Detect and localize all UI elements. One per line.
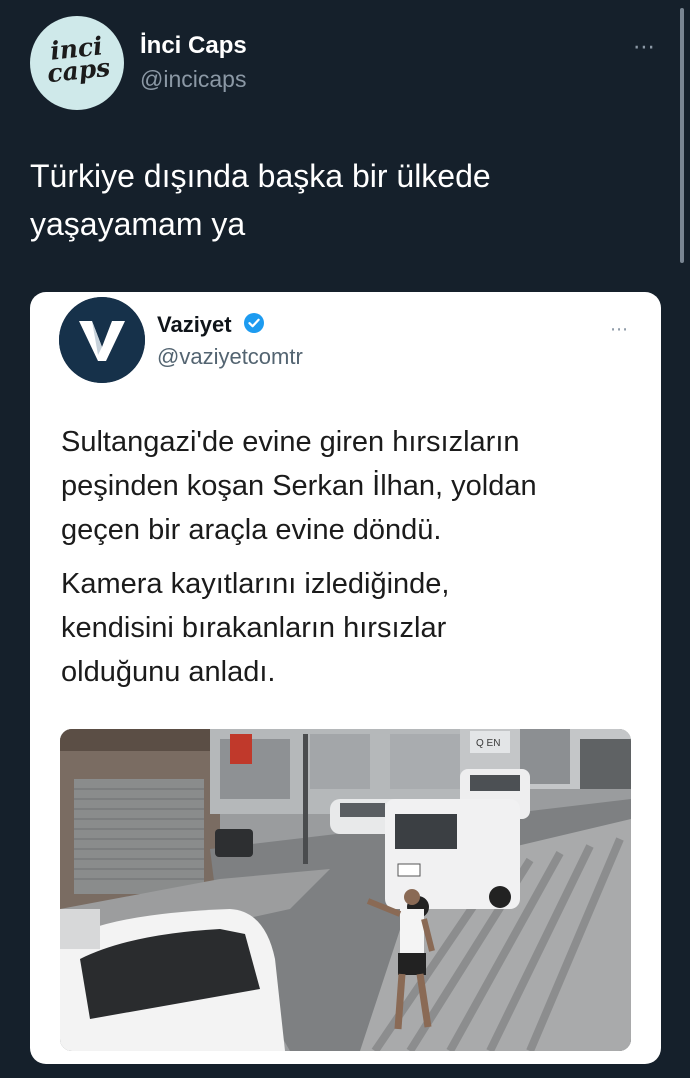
quoted-paragraph-1: Sultangazi'de evine giren hırsızların pe… <box>61 420 641 552</box>
quoted-avatar[interactable] <box>59 297 145 383</box>
quoted-text-line: Sultangazi'de evine giren hırsızların <box>61 426 520 458</box>
more-options-icon[interactable]: ⋯ <box>633 36 656 58</box>
quoted-author-name[interactable]: Vaziyet <box>157 312 232 338</box>
avatar-logo: inci caps <box>43 31 112 93</box>
avatar-logo-line2: caps <box>45 52 112 89</box>
verified-badge-icon <box>244 313 264 333</box>
tweet-text-line: yaşayamam ya <box>30 206 246 242</box>
quoted-text-line: kendisini bırakanların hırsızlar <box>61 612 447 644</box>
security-camera-photo: Q EN <box>60 729 631 1051</box>
tweet-text-line: Türkiye dışında başka bir ülkede <box>30 158 491 194</box>
vaziyet-logo-icon <box>59 297 145 383</box>
avatar[interactable]: inci caps <box>30 16 124 110</box>
scrollbar[interactable] <box>680 8 684 263</box>
author-name[interactable]: İnci Caps <box>140 32 247 60</box>
sign-text: Q EN <box>476 738 500 749</box>
quoted-paragraph-2: Kamera kayıtlarını izlediğinde, kendisin… <box>61 562 641 694</box>
quoted-tweet-card[interactable]: Vaziyet @vaziyetcomtr ⋯ Sultangazi'de ev… <box>30 292 661 1064</box>
quoted-text-line: olduğunu anladı. <box>61 656 276 688</box>
quoted-text-line: peşinden koşan Serkan İlhan, yoldan <box>61 470 537 502</box>
quoted-media-image[interactable]: Q EN <box>60 729 631 1051</box>
author-handle[interactable]: @incicaps <box>140 66 246 93</box>
quoted-text-line: Kamera kayıtlarını izlediğinde, <box>61 568 450 600</box>
quoted-author-handle[interactable]: @vaziyetcomtr <box>157 344 303 370</box>
quoted-more-options-icon[interactable]: ⋯ <box>610 319 629 340</box>
quoted-text-line: geçen bir araçla evine döndü. <box>61 514 442 546</box>
tweet-text: Türkiye dışında başka bir ülkede yaşayam… <box>30 152 650 248</box>
tweet-header: inci caps İnci Caps @incicaps ⋯ <box>30 14 670 114</box>
